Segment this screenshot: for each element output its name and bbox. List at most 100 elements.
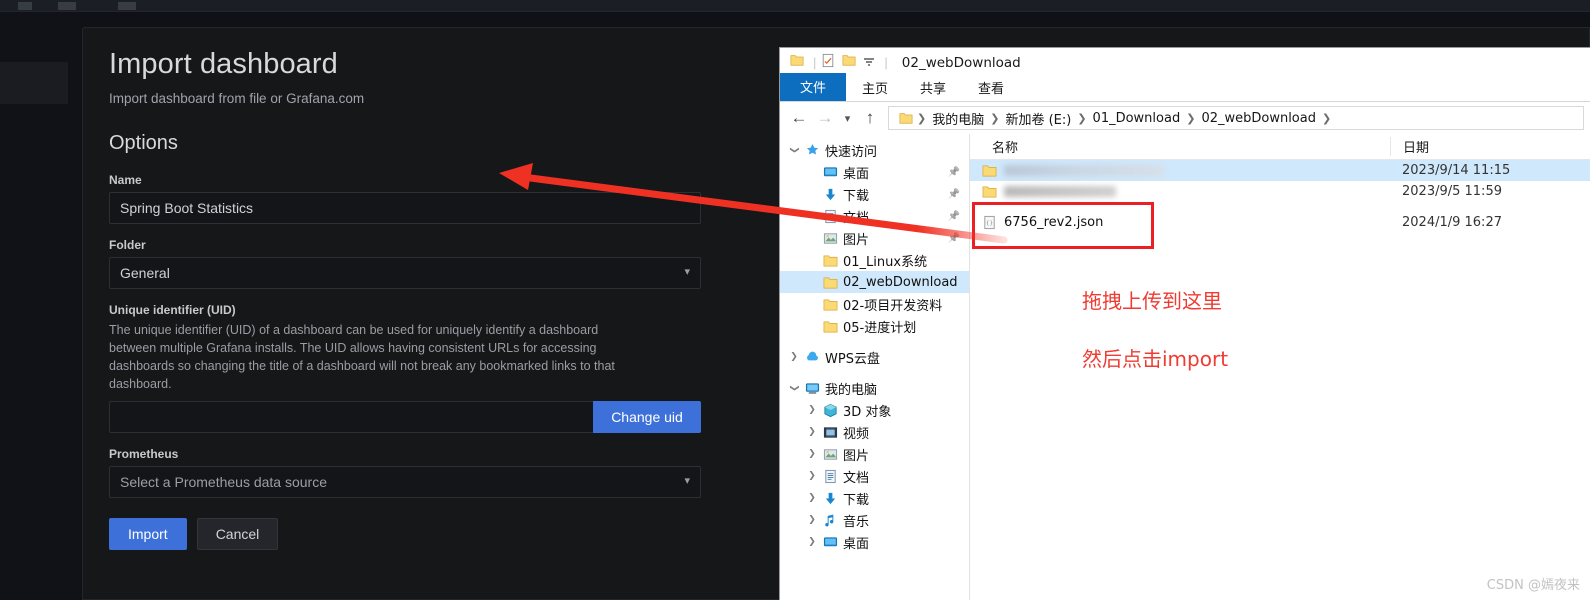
tree-item-17[interactable]: ❯ 桌面 — [780, 531, 969, 553]
tree-item-1[interactable]: 桌面 📌 — [780, 161, 969, 183]
tree-item-16[interactable]: ❯ 音乐 — [780, 509, 969, 531]
tree-item-6[interactable]: 02_webDownload — [780, 271, 969, 293]
tree-item-15[interactable]: ❯ 下载 — [780, 487, 969, 509]
chevron-down-icon[interactable]: ❯ — [789, 142, 799, 158]
tree-item-9[interactable]: ❯ WPS云盘 — [780, 346, 969, 368]
tree-item-13[interactable]: ❯ 图片 — [780, 443, 969, 465]
pin-icon[interactable]: 📌 — [948, 233, 960, 244]
tree-item-0[interactable]: ❯ 快速访问 — [780, 139, 969, 161]
breadcrumb-item-1[interactable]: 新加卷 (E:) — [1001, 109, 1075, 128]
watermark: CSDN @嫣夜来 — [1486, 578, 1580, 593]
grafana-left-nav[interactable] — [0, 12, 80, 600]
chevron-down-icon[interactable]: ❯ — [789, 380, 799, 396]
tree-item-label: 文档 — [843, 210, 870, 226]
pictures-icon — [820, 447, 840, 462]
import-button[interactable]: Import — [109, 518, 187, 551]
uid-description: The unique identifier (UID) of a dashboa… — [109, 323, 615, 391]
chevron-right-icon[interactable]: ❯ — [804, 515, 820, 525]
pin-star-icon — [802, 143, 822, 158]
annotation-line-2: 然后点击import — [1082, 347, 1229, 371]
datasource-label: Prometheus — [109, 447, 179, 462]
folder-icon — [820, 275, 840, 290]
ribbon-tab-view[interactable]: 查看 — [962, 75, 1020, 101]
explorer-window-title: 02_webDownload — [901, 54, 1021, 71]
tree-item-5[interactable]: 01_Linux系统 — [780, 249, 969, 271]
tree-item-label: 快速访问 — [825, 144, 878, 160]
file-date-cell: 2023/9/14 11:15 — [1402, 163, 1511, 178]
chevron-right-icon[interactable]: ❯ — [804, 449, 820, 459]
breadcrumb-separator: ❯ — [1077, 112, 1087, 125]
folder-label: Folder — [109, 238, 146, 253]
ribbon-tab-file[interactable]: 文件 — [780, 73, 847, 101]
name-label: Name — [109, 173, 142, 188]
tree-item-label: 桌面 — [843, 166, 870, 182]
breadcrumb-item-0[interactable]: 我的电脑 — [928, 109, 988, 128]
tree-item-2[interactable]: 下载 📌 — [780, 183, 969, 205]
chevron-down-icon: ▾ — [684, 475, 690, 488]
forward-arrow-icon[interactable]: → — [812, 105, 838, 131]
breadcrumb-item-3[interactable]: 02_webDownload — [1197, 111, 1320, 126]
tree-item-3[interactable]: 文档 📌 — [780, 205, 969, 227]
file-row[interactable]: 2023/9/5 11:59 — [970, 181, 1590, 202]
chevron-right-icon[interactable]: ❯ — [804, 427, 820, 437]
pin-icon[interactable]: 📌 — [948, 211, 960, 222]
tree-item-14[interactable]: ❯ 文档 — [780, 465, 969, 487]
tree-item-label: WPS云盘 — [825, 351, 880, 367]
chevron-right-icon[interactable]: ❯ — [786, 352, 802, 362]
pin-icon[interactable]: 📌 — [948, 189, 960, 200]
uid-input-row: Change uid — [109, 401, 701, 434]
file-date-cell: 2024/1/9 16:27 — [1402, 215, 1502, 230]
uid-input[interactable] — [109, 401, 593, 434]
customize-toolbar-chevron-icon[interactable] — [863, 54, 875, 72]
name-input[interactable]: Spring Boot Statistics — [109, 192, 701, 225]
chevron-right-icon[interactable]: ❯ — [804, 537, 820, 547]
folder-select[interactable]: General ▾ — [109, 257, 701, 290]
change-uid-button[interactable]: Change uid — [593, 401, 701, 434]
chevron-right-icon[interactable]: ❯ — [804, 493, 820, 503]
tree-item-8[interactable]: 05-进度计划 — [780, 315, 969, 337]
recent-locations-chevron-icon[interactable]: ▾ — [838, 105, 857, 131]
breadcrumb-separator: ❯ — [917, 112, 927, 125]
breadcrumb[interactable]: ❯ 我的电脑 ❯ 新加卷 (E:) ❯ 01_Download ❯ 02_web… — [888, 106, 1584, 130]
tree-item-12[interactable]: ❯ 视频 — [780, 421, 969, 443]
tree-item-label: 桌面 — [843, 536, 870, 552]
breadcrumb-item-2[interactable]: 01_Download — [1089, 111, 1185, 126]
videos-icon — [820, 425, 840, 440]
name-field-group: Name Spring Boot Statistics — [109, 173, 729, 225]
new-folder-icon[interactable] — [842, 53, 856, 72]
pin-icon[interactable]: 📌 — [948, 167, 960, 178]
ribbon-tab-home[interactable]: 主页 — [846, 75, 904, 101]
grafana-nav-tile[interactable] — [0, 62, 68, 104]
tree-item-7[interactable]: 02-项目开发资料 — [780, 293, 969, 315]
up-arrow-icon[interactable]: ↑ — [857, 105, 883, 131]
folder-icon — [895, 111, 915, 125]
folder-select-value: General — [120, 265, 170, 282]
tree-item-11[interactable]: ❯ 3D 对象 — [780, 399, 969, 421]
music-icon — [820, 513, 840, 528]
tree-item-4[interactable]: 图片 📌 — [780, 227, 969, 249]
properties-icon[interactable] — [821, 53, 835, 73]
explorer-title-bar[interactable]: | | 02_webDownload — [780, 48, 1590, 77]
breadcrumb-separator: ❯ — [1321, 112, 1332, 125]
tree-item-label: 我的电脑 — [825, 382, 878, 398]
file-row[interactable]: 2023/9/14 11:15 — [970, 160, 1590, 181]
tree-item-10[interactable]: ❯ 我的电脑 — [780, 377, 969, 399]
navigation-tree[interactable]: ❯ 快速访问 桌面 📌 下载 📌 文档 📌 图片 📌 01_Linux系统 02_webDownloa… — [780, 134, 970, 600]
download-icon — [820, 187, 840, 202]
column-header-date[interactable]: 日期 — [1390, 137, 1590, 156]
ribbon-tab-share[interactable]: 共享 — [904, 75, 962, 101]
cancel-button[interactable]: Cancel — [196, 518, 279, 551]
uid-label: Unique identifier (UID) — [109, 303, 236, 318]
datasource-select[interactable]: Select a Prometheus data source ▾ — [109, 466, 701, 499]
chevron-right-icon[interactable]: ❯ — [804, 471, 820, 481]
file-row[interactable]: {} 6756_rev2.json 2024/1/9 16:27 — [970, 212, 1590, 233]
back-arrow-icon[interactable]: ← — [786, 105, 812, 131]
tree-item-label: 下载 — [843, 188, 870, 204]
folder-icon — [820, 319, 840, 334]
folder-icon — [790, 53, 804, 72]
breadcrumb-separator: ❯ — [990, 112, 1000, 125]
address-bar: ← → ▾ ↑ ❯ 我的电脑 ❯ 新加卷 (E:) ❯ 01_Download … — [780, 102, 1590, 134]
column-header-name[interactable]: 名称 — [970, 137, 1390, 156]
chevron-right-icon[interactable]: ❯ — [804, 405, 820, 415]
file-list-pane: 名称 日期 2023/9/14 11:15 2023/9/5 11:59 {} 675… — [970, 134, 1590, 600]
